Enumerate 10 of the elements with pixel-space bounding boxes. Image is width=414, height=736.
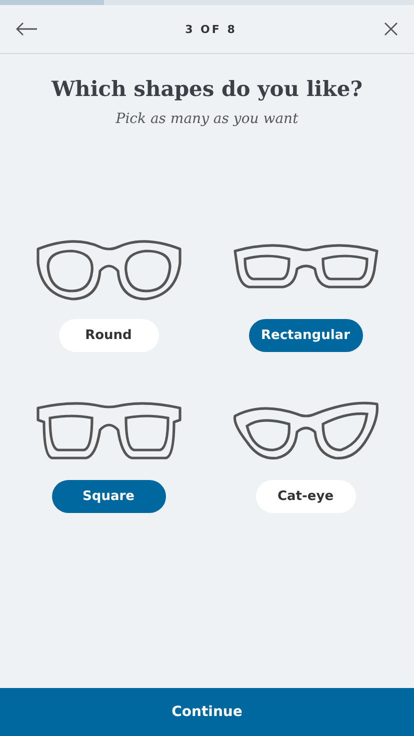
close-icon[interactable]	[384, 22, 398, 36]
question-subtitle: Pick as many as you want	[114, 111, 300, 127]
step-counter: 3 OF 8	[185, 22, 237, 36]
back-arrow-icon[interactable]	[16, 22, 38, 36]
continue-button[interactable]: Continue	[0, 688, 414, 736]
shape-option-button[interactable]: Round	[58, 319, 158, 352]
shape-option-button[interactable]: Rectangular	[248, 319, 362, 352]
shape-option-button[interactable]: Cat-eye	[256, 480, 356, 513]
shape-option-button[interactable]: Square	[52, 480, 166, 513]
question-title: Which shapes do you like?	[50, 76, 364, 101]
